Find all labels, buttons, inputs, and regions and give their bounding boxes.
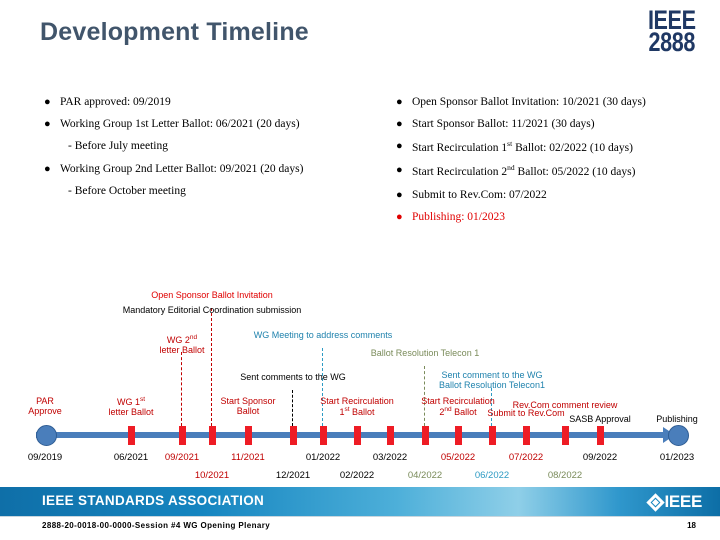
timeline-tick bbox=[489, 426, 496, 445]
milestone-item: Open Sponsor Ballot Invitation: 10/2021 … bbox=[396, 96, 720, 109]
timeline-tick bbox=[209, 426, 216, 445]
timeline-milestone-label: Sent comments to the WG bbox=[240, 372, 346, 382]
milestone-item: - Before July meeting bbox=[44, 140, 404, 153]
timeline-milestone-label: Mandatory Editorial Coordination submiss… bbox=[122, 305, 302, 315]
timeline-date-label: 04/2022 bbox=[407, 470, 443, 481]
timeline-date-label: 10/2021 bbox=[194, 470, 230, 481]
bullet-dot-icon bbox=[396, 211, 412, 224]
ieee-2888-logo: IEEE 2888 bbox=[642, 7, 702, 57]
timeline-tick bbox=[455, 426, 462, 445]
timeline-milestone-label: Rev.Com comment review bbox=[512, 400, 618, 410]
timeline-milestone-label: Start Recirculation 1st Ballot bbox=[320, 396, 394, 418]
milestone-item-label: Publishing: 01/2023 bbox=[412, 210, 505, 223]
timeline-milestone-label: WG 2nd letter Ballot bbox=[159, 334, 205, 356]
timeline-tick bbox=[320, 426, 327, 445]
timeline-date-label: 08/2022 bbox=[547, 470, 583, 481]
milestone-item-label: PAR approved: 09/2019 bbox=[60, 96, 171, 108]
timeline-date-label: 11/2021 bbox=[231, 452, 265, 463]
development-timeline-chart: PAR Approve WG 1st letter Ballot WG 2nd lette… bbox=[0, 280, 720, 481]
timeline-connector-line bbox=[211, 308, 212, 426]
timeline-tick bbox=[290, 426, 297, 445]
timeline-connector-line bbox=[292, 390, 293, 426]
timeline-date-label: 09/2019 bbox=[27, 452, 63, 463]
timeline-milestone-label: SASB Approval bbox=[569, 414, 631, 424]
ieee-diamond-icon bbox=[646, 492, 666, 512]
ieee-logo-number: 2888 bbox=[648, 26, 696, 57]
timeline-date-label: 01/2023 bbox=[659, 452, 695, 463]
milestone-item-label: Open Sponsor Ballot Invitation: 10/2021 … bbox=[412, 96, 646, 108]
footer-divider bbox=[0, 516, 720, 517]
milestone-item-label: Start Sponsor Ballot: 11/2021 (30 days) bbox=[412, 118, 595, 131]
timeline-start-marker bbox=[36, 425, 57, 446]
timeline-tick bbox=[354, 426, 361, 445]
bullet-dot-icon bbox=[396, 140, 412, 153]
milestone-list-right: Open Sponsor Ballot Invitation: 10/2021 … bbox=[396, 96, 720, 233]
milestone-item: Submit to Rev.Com: 07/2022 bbox=[396, 189, 720, 202]
timeline-milestone-label: Ballot Resolution Telecon 1 bbox=[370, 348, 480, 358]
milestone-item: Working Group 1st Letter Ballot: 06/2021… bbox=[44, 118, 404, 131]
bullet-dot-icon bbox=[396, 189, 412, 202]
timeline-milestone-label: Open Sponsor Ballot Invitation bbox=[151, 290, 273, 300]
ieee-footer-logo-text: IEEE bbox=[664, 492, 702, 511]
bullet-dot-icon bbox=[44, 96, 60, 109]
footer-association-label: IEEE STANDARDS ASSOCIATION bbox=[42, 493, 265, 508]
milestone-item: Working Group 2nd Letter Ballot: 09/2021… bbox=[44, 163, 404, 176]
timeline-date-label: 03/2022 bbox=[372, 452, 408, 463]
milestone-list-left: PAR approved: 09/2019 Working Group 1st L… bbox=[44, 96, 404, 207]
timeline-date-label: 09/2021 bbox=[164, 452, 200, 463]
footer-page-number: 18 bbox=[687, 521, 696, 530]
timeline-milestone-label: WG 1st letter Ballot bbox=[108, 396, 154, 418]
milestone-item-label: Working Group 1st Letter Ballot: 06/2021… bbox=[60, 118, 300, 131]
timeline-date-label: 07/2022 bbox=[508, 452, 544, 463]
milestone-item-label: Working Group 2nd Letter Ballot: 09/2021… bbox=[60, 162, 304, 175]
timeline-milestone-label: PAR Approve bbox=[28, 396, 62, 417]
milestone-item: Start Recirculation 2nd Ballot: 05/2022 … bbox=[396, 164, 720, 179]
timeline-connector-line bbox=[181, 352, 182, 426]
milestone-item: Publishing: 01/2023 bbox=[396, 211, 720, 224]
milestone-item: - Before October meeting bbox=[44, 185, 404, 198]
bullet-dot-icon bbox=[44, 118, 60, 131]
timeline-tick bbox=[245, 426, 252, 445]
timeline-date-label: 02/2022 bbox=[339, 470, 375, 481]
ieee-footer-logo: IEEE bbox=[646, 492, 702, 512]
milestone-item: Start Recirculation 1st Ballot: 02/2022 … bbox=[396, 140, 720, 155]
footer-document-id: 2888-20-0018-00-0000-Session #4 WG Openi… bbox=[42, 521, 271, 530]
timeline-milestone-label: WG Meeting to address comments bbox=[253, 330, 393, 340]
bullet-dot-icon bbox=[396, 164, 412, 177]
timeline-tick bbox=[387, 426, 394, 445]
timeline-milestone-label: Sent comment to the WG Ballot Resolution … bbox=[439, 370, 545, 391]
timeline-date-label: 05/2022 bbox=[440, 452, 476, 463]
timeline-tick bbox=[128, 426, 135, 445]
timeline-tick bbox=[422, 426, 429, 445]
timeline-milestone-label: Publishing bbox=[656, 414, 698, 424]
timeline-date-label: 12/2021 bbox=[275, 470, 311, 481]
milestone-item-label: Start Recirculation 1st Ballot: 02/2022 … bbox=[412, 139, 633, 155]
timeline-date-label: 01/2022 bbox=[305, 452, 341, 463]
bullet-dot-icon bbox=[396, 96, 412, 109]
page-title: Development Timeline bbox=[40, 18, 309, 46]
milestone-item: Start Sponsor Ballot: 11/2021 (30 days) bbox=[396, 118, 720, 131]
milestone-item-label: Start Recirculation 2nd Ballot: 05/2022 … bbox=[412, 163, 636, 179]
milestone-item-label: - Before October meeting bbox=[68, 184, 186, 197]
milestone-item-label: Submit to Rev.Com: 07/2022 bbox=[412, 188, 547, 201]
timeline-tick bbox=[597, 426, 604, 445]
timeline-tick bbox=[523, 426, 530, 445]
milestone-item-label: - Before July meeting bbox=[68, 140, 168, 153]
timeline-date-label: 06/2021 bbox=[113, 452, 149, 463]
bullet-dot-icon bbox=[396, 118, 412, 131]
timeline-milestone-label: Start Sponsor Ballot bbox=[220, 396, 276, 417]
timeline-end-marker bbox=[668, 425, 689, 446]
timeline-date-label: 09/2022 bbox=[582, 452, 618, 463]
timeline-tick bbox=[562, 426, 569, 445]
bullet-dot-icon bbox=[44, 163, 60, 176]
timeline-date-label: 06/2022 bbox=[474, 470, 510, 481]
milestone-item: PAR approved: 09/2019 bbox=[44, 96, 404, 109]
timeline-tick bbox=[179, 426, 186, 445]
timeline-milestone-label: Start Recirculation 2nd Ballot bbox=[421, 396, 495, 418]
